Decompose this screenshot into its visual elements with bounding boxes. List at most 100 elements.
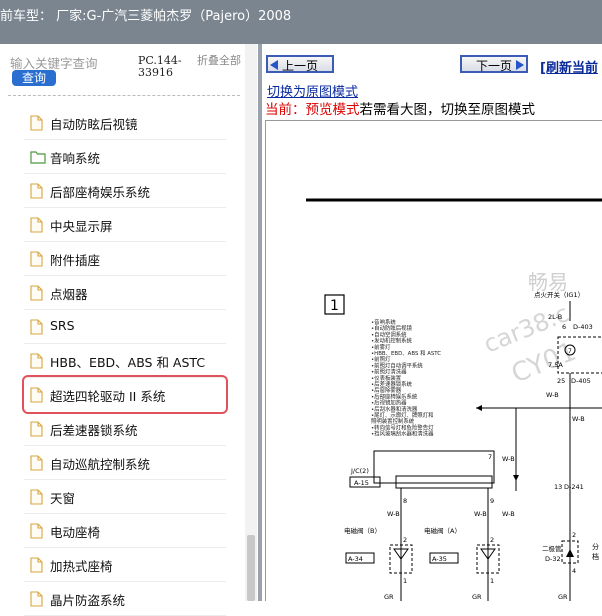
diode-label: 二极管: [542, 544, 562, 553]
tree-item[interactable]: 中央显示屏: [24, 207, 226, 242]
viewer-toolbar: 上一页 下一页 [刷新当前: [262, 44, 602, 84]
document-icon: [30, 319, 44, 335]
tree-item-label: 自动防眩后视镜: [50, 117, 138, 132]
document-icon: [30, 523, 44, 539]
tree-item[interactable]: 自动巡航控制系统: [24, 445, 226, 480]
solenoid-label: 电磁阀（A）: [424, 526, 461, 535]
arrow-left-icon: [270, 60, 278, 70]
tree-item[interactable]: 附件插座: [24, 241, 226, 276]
wire-label: W-B: [546, 391, 559, 399]
system-list-item: •仪表板装置: [371, 374, 402, 382]
pin-label: 1: [490, 577, 494, 585]
tree-item-label: 加热式座椅: [50, 559, 113, 574]
tree-item-label: 超选四轮驱动 II 系统: [50, 389, 166, 404]
tree-item[interactable]: 加热式座椅: [24, 547, 226, 582]
pin-label: 4: [572, 567, 576, 575]
system-list-item: •转向信号灯和危险警告灯: [371, 423, 434, 431]
system-list-item: •后差速器锁系统: [371, 380, 413, 388]
tree-item-label: 音响系统: [50, 151, 101, 166]
connector-label: D-241: [564, 483, 584, 491]
document-icon: [30, 557, 44, 573]
system-list-item: •发动机控制系统: [371, 337, 413, 345]
prev-page-button[interactable]: 上一页: [266, 55, 334, 73]
pin-label: 25: [557, 377, 565, 385]
tree-scrollbar[interactable]: [245, 44, 257, 601]
viewer-panel: 上一页 下一页 [刷新当前 切换为原图模式 当前：预览模式若需看大图，切换至原图…: [262, 44, 602, 601]
junction-label: J/C(2): [350, 467, 369, 475]
tree-item-label: 后部座椅娱乐系统: [50, 185, 151, 200]
cut-off-label: 档: [592, 552, 599, 561]
tree-item-label: 附件插座: [50, 253, 101, 268]
refresh-link[interactable]: [刷新当前: [540, 57, 598, 76]
wiring-diagram: 畅易 car38.c CY01 1 •音响系统•自动防眩后视镜•自动空调系统•发…: [306, 198, 602, 601]
document-icon: [30, 183, 44, 199]
tree-item[interactable]: 音响系统: [24, 139, 226, 174]
tree-item[interactable]: 后差速器锁系统: [24, 411, 226, 446]
connector-label: A-34: [348, 555, 363, 563]
document-icon: [30, 217, 44, 233]
tree-item[interactable]: 点烟器: [24, 275, 226, 310]
search-input[interactable]: [10, 55, 130, 71]
collapse-all-link[interactable]: 折叠全部: [197, 55, 241, 67]
tree-item[interactable]: SRS: [24, 309, 226, 344]
ignition-label: 点火开关（IG1）: [534, 290, 584, 299]
system-list-item: •前照灯: [371, 355, 391, 363]
fuse-rating: 7.5A: [548, 361, 563, 369]
tree-item-label: 点烟器: [50, 287, 88, 302]
system-list-item: •尾灯、示廓灯、牌照灯和: [371, 411, 433, 419]
next-page-button[interactable]: 下一页: [460, 55, 528, 73]
tree-item[interactable]: 自动防眩后视镜: [24, 105, 226, 140]
connector-label: 2L-B: [548, 313, 562, 321]
document-icon: [30, 353, 44, 369]
wiring-diagram-page[interactable]: 畅易 car38.c CY01 1 •音响系统 •自动防眩后视镜 •自动空调系统 •发…: [265, 120, 602, 601]
tree-item-label: HBB、EBD、ABS 和 ASTC: [50, 355, 206, 370]
pin-label: 2: [572, 531, 576, 539]
document-icon: [30, 285, 44, 301]
document-icon: [30, 115, 44, 131]
pin-label: 13: [554, 483, 562, 491]
search-button[interactable]: 查询: [12, 70, 56, 86]
system-list-item: •挡风玻璃刮水器和清洗器: [371, 430, 434, 438]
fuse-number: 7: [568, 348, 572, 355]
tree-scrollbar-thumb[interactable]: [247, 535, 255, 601]
tree-item[interactable]: 超选四轮驱动 II 系统: [22, 375, 228, 414]
wire-label: W-B: [502, 510, 515, 518]
connector-label: D-405: [571, 377, 591, 385]
document-icon: [30, 489, 44, 505]
tree-item-label: SRS: [50, 318, 75, 333]
tree-item[interactable]: 后部座椅娱乐系统: [24, 173, 226, 208]
connector-label: D-32: [545, 555, 561, 563]
system-list-item: •自动防眩后视镜: [371, 324, 413, 332]
system-list-item: •HBB、EBD、ABS 和 ASTC: [371, 349, 441, 357]
system-list-item: •后窗除雾器: [371, 386, 402, 394]
wire-label: W-B: [502, 455, 515, 463]
tree-item-label: 天窗: [50, 491, 76, 506]
tree-item[interactable]: 晶片防盗系统: [24, 581, 226, 616]
solenoid-label: 电磁阀（B）: [344, 526, 381, 535]
tree-item-label: 晶片防盗系统: [50, 593, 126, 608]
prev-page-label: 上一页: [281, 59, 318, 73]
wire-label: GR: [558, 593, 568, 601]
separator: [8, 95, 240, 96]
pin-label: 6: [562, 323, 566, 331]
arrow-right-icon: [516, 60, 524, 70]
pin-label: 1: [403, 577, 407, 585]
wire-label: GR: [384, 593, 394, 601]
system-list-item: •音响系统: [371, 318, 396, 326]
tree-item[interactable]: HBB、EBD、ABS 和 ASTC: [24, 343, 226, 378]
document-icon: [30, 455, 44, 471]
window-title: 前车型： 厂家:G-广汽三菱帕杰罗（Pajero）2008: [0, 9, 292, 24]
wire-label: W-B: [572, 415, 585, 423]
tree-item[interactable]: 天窗: [24, 479, 226, 514]
next-page-label: 下一页: [475, 59, 512, 73]
diagram-code: PC.144-33916: [138, 54, 182, 79]
system-list-item: 照明装置控制系统: [371, 417, 415, 425]
tree-item-label: 中央显示屏: [50, 219, 113, 234]
connector-label: A-15: [354, 479, 369, 487]
document-icon: [30, 591, 44, 607]
tree-item-label: 后差速器锁系统: [50, 423, 138, 438]
mode-name: 预览模式: [305, 102, 360, 118]
connector-label: D-403: [573, 323, 593, 331]
tree-item[interactable]: 电动座椅: [24, 513, 226, 548]
mode-prefix: 当前：: [265, 102, 306, 118]
